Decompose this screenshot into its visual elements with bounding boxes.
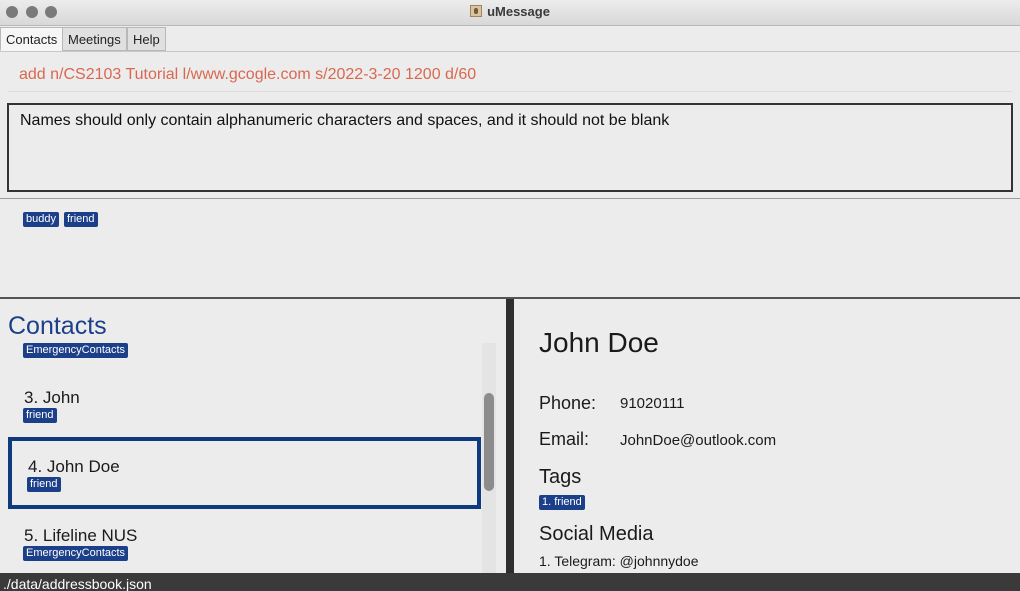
- scrollbar-thumb[interactable]: [484, 393, 494, 491]
- split-pane-divider[interactable]: [506, 299, 514, 573]
- contact-name[interactable]: 4. John Doe: [28, 457, 120, 477]
- phone-label: Phone:: [539, 393, 597, 413]
- tab-meetings[interactable]: Meetings: [62, 27, 127, 51]
- command-box[interactable]: add n/CS2103 Tutorial l/www.gcogle.com s…: [8, 58, 1012, 92]
- result-message: Names should only contain alphanumeric c…: [20, 112, 670, 129]
- contact-name[interactable]: 3. John: [24, 388, 80, 408]
- status-bar: ./data/addressbook.json: [0, 573, 1020, 591]
- social-media-item: 1. Telegram: @johnnydoe: [539, 553, 699, 569]
- window-titlebar: uMessage: [0, 0, 1020, 26]
- contact-tag: EmergencyContacts: [23, 343, 129, 358]
- social-media-heading: Social Media: [539, 523, 654, 545]
- tab-contacts[interactable]: Contacts: [0, 27, 64, 51]
- tag-filter-buddy[interactable]: buddy: [23, 212, 59, 227]
- contact-list-panel: Contacts EmergencyContacts 3. John frien…: [0, 299, 506, 573]
- tag-filter-friend[interactable]: friend: [63, 212, 98, 227]
- command-input[interactable]: add n/CS2103 Tutorial l/www.gcogle.com s…: [19, 66, 476, 84]
- tags-heading: Tags: [539, 466, 582, 488]
- contacts-heading: Contacts: [8, 312, 107, 340]
- contact-tag: friend: [23, 408, 57, 423]
- address-book-icon: [470, 5, 483, 17]
- phone-value: 91020111: [620, 395, 685, 412]
- email-label: Email:: [539, 429, 590, 449]
- menu-bar: Contacts Meetings Help: [0, 26, 1020, 52]
- tab-help[interactable]: Help: [127, 27, 166, 51]
- window-title: uMessage: [0, 4, 1020, 19]
- contact-name[interactable]: 5. Lifeline NUS: [24, 526, 137, 546]
- result-display: Names should only contain alphanumeric c…: [7, 103, 1013, 192]
- tag-filter-bar: buddy friend: [23, 209, 103, 227]
- detail-name: John Doe: [539, 327, 659, 358]
- email-value: JohnDoe@outlook.com: [620, 432, 777, 449]
- contact-tag: EmergencyContacts: [23, 546, 129, 561]
- divider: [0, 198, 1020, 199]
- detail-tag: 1. friend: [539, 495, 585, 510]
- data-file-path: ./data/addressbook.json: [3, 576, 152, 591]
- contact-tag: friend: [27, 477, 61, 492]
